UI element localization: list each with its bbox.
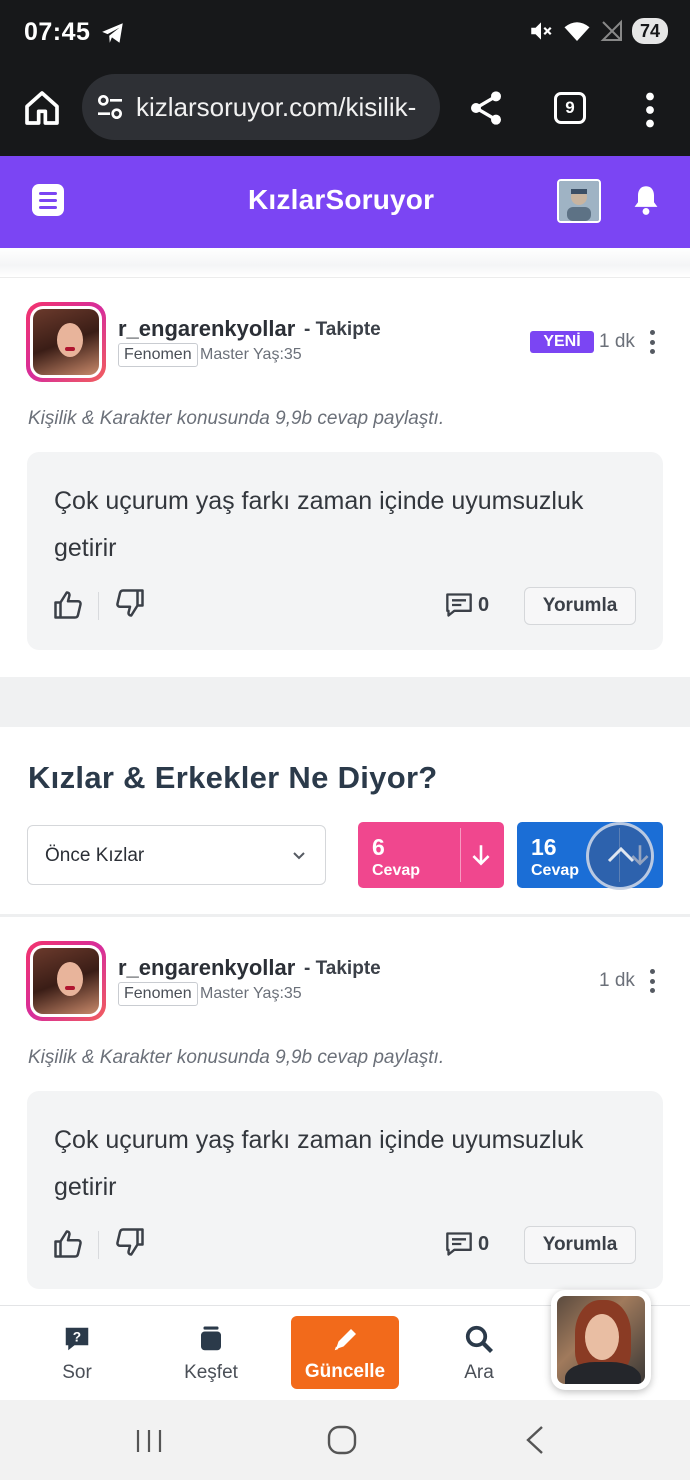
answer-text: Çok uçurum yaş farkı zaman içinde uyumsu…: [54, 1126, 584, 1201]
site-settings-icon[interactable]: [94, 91, 126, 123]
status-bar: 07:45 74: [0, 0, 690, 66]
topic-line: Kişilik & Karakter konusunda 9,9b cevap …: [28, 408, 445, 429]
more-options-icon[interactable]: [648, 330, 656, 354]
answer-bubble: Çok uçurum yaş farkı zaman içinde uyumsu…: [27, 1091, 663, 1289]
action-divider: [98, 592, 99, 620]
mute-icon: [531, 22, 552, 40]
battery-level: 74: [639, 20, 660, 41]
tab-count: 9: [565, 98, 575, 117]
user-avatar[interactable]: [557, 179, 601, 223]
notification-bell-icon[interactable]: [632, 184, 660, 216]
answer-text: Çok uçurum yaş farkı zaman içinde uyumsu…: [54, 487, 584, 562]
nav-guncelle[interactable]: Güncelle: [291, 1316, 399, 1389]
back-icon[interactable]: [522, 1424, 548, 1456]
section-title: Kızlar & Erkekler Ne Diyor?: [28, 760, 438, 795]
dislike-icon[interactable]: [115, 588, 145, 618]
address-bar[interactable]: kizlarsoruyor.com/kisilik-: [82, 74, 440, 140]
question-bubble-icon: ?: [65, 1327, 89, 1351]
answer-card: r_engarenkyollar - Takipte Fenomen Maste…: [0, 280, 690, 677]
fenomen-badge: Fenomen: [118, 343, 198, 367]
share-icon[interactable]: [466, 88, 506, 128]
author-meta: Master Yaş:35: [200, 346, 302, 363]
reply-button[interactable]: Yorumla: [524, 1226, 636, 1264]
assistant-avatar[interactable]: [551, 1290, 651, 1390]
scroll-to-top-button[interactable]: [586, 822, 654, 890]
no-signal-icon: [600, 19, 622, 41]
girls-label: Cevap: [372, 862, 421, 879]
nav-label: Sor: [62, 1362, 92, 1383]
boys-label: Cevap: [531, 862, 580, 879]
action-divider: [98, 1231, 99, 1259]
time-ago: 1 dk: [599, 331, 635, 352]
new-badge: YENİ: [530, 331, 594, 353]
nav-label: Ara: [464, 1362, 494, 1383]
home-circle-icon[interactable]: [326, 1424, 358, 1456]
nav-label: Güncelle: [304, 1361, 386, 1382]
sort-selected-value: Önce Kızlar: [45, 845, 145, 866]
recent-apps-icon[interactable]: [134, 1428, 164, 1454]
menu-icon[interactable]: [32, 184, 64, 216]
topic-line: Kişilik & Karakter konusunda 9,9b cevap …: [28, 1047, 445, 1068]
fenomen-badge: Fenomen: [118, 982, 198, 1006]
svg-text:?: ?: [73, 1330, 81, 1345]
dislike-icon[interactable]: [115, 1227, 145, 1257]
more-vert-icon[interactable]: [640, 92, 660, 128]
time-ago: 1 dk: [599, 970, 635, 991]
wifi-icon: [564, 22, 590, 41]
author-username[interactable]: r_engarenkyollar: [118, 316, 295, 342]
browser-toolbar: kizlarsoruyor.com/kisilik- 9: [0, 66, 690, 156]
like-icon[interactable]: [53, 590, 83, 620]
nav-label: Keşfet: [184, 1362, 238, 1383]
pencil-icon: [334, 1329, 356, 1351]
comment-icon[interactable]: [445, 1231, 473, 1257]
author-avatar[interactable]: [26, 302, 106, 382]
sort-dropdown[interactable]: Önce Kızlar: [27, 825, 326, 885]
like-icon[interactable]: [53, 1229, 83, 1259]
author-meta: Master Yaş:35: [200, 985, 302, 1002]
comment-count: 0: [478, 1233, 490, 1255]
author-username[interactable]: r_engarenkyollar: [118, 955, 295, 981]
arrow-down-icon: [472, 845, 490, 866]
url-text: kizlarsoruyor.com/kisilik-: [136, 91, 417, 122]
boys-count: 16: [531, 834, 557, 860]
telegram-icon: [102, 23, 123, 43]
home-icon[interactable]: [22, 88, 62, 128]
reply-button[interactable]: Yorumla: [524, 587, 636, 625]
chevron-up-icon: [607, 846, 635, 863]
cards-icon: [201, 1326, 221, 1351]
system-navigation: [0, 1400, 690, 1480]
author-avatar[interactable]: [26, 941, 106, 1021]
comment-icon[interactable]: [445, 592, 473, 618]
section-divider: [0, 914, 690, 917]
battery-indicator: 74: [631, 18, 668, 44]
status-time: 07:45: [24, 18, 91, 46]
nav-sor[interactable]: ? Sor: [22, 1306, 132, 1401]
more-options-icon[interactable]: [648, 969, 656, 993]
answer-card: r_engarenkyollar - Takipte Fenomen Maste…: [0, 919, 690, 1305]
search-icon: [465, 1325, 494, 1354]
chevron-down-icon: [293, 852, 305, 860]
tab-switcher-button[interactable]: 9: [554, 92, 586, 124]
answer-bubble: Çok uçurum yaş farkı zaman içinde uyumsu…: [27, 452, 663, 650]
nav-ara[interactable]: Ara: [424, 1306, 534, 1401]
section-gap: [0, 677, 690, 727]
follow-status[interactable]: - Takipte: [304, 958, 381, 980]
girls-count: 6: [372, 834, 385, 860]
girls-answers-button[interactable]: 6 Cevap: [358, 822, 504, 888]
follow-status[interactable]: - Takipte: [304, 319, 381, 341]
comment-count: 0: [478, 594, 490, 616]
header-shadow: [0, 248, 690, 278]
site-logo[interactable]: KızlarSoruyor: [248, 184, 434, 216]
nav-kesfet[interactable]: Keşfet: [156, 1306, 266, 1401]
